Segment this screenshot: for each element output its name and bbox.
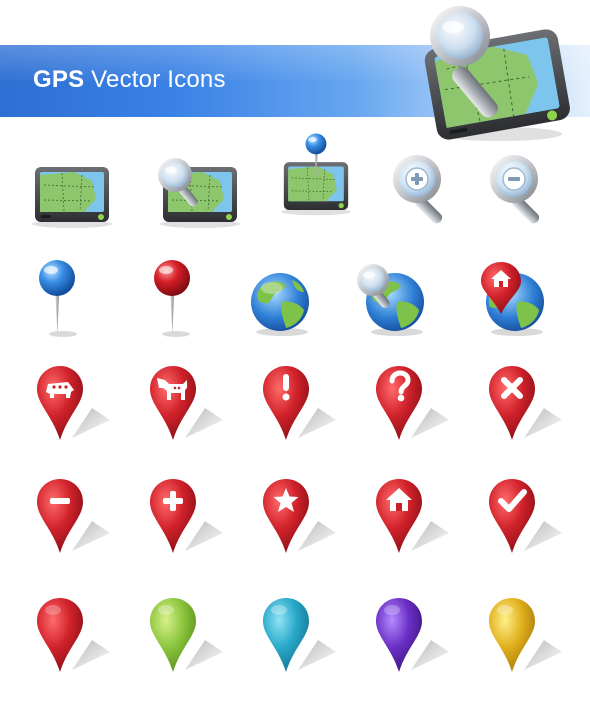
star-pin-icon [248,473,348,573]
globe-icon [232,250,332,350]
green-pin-icon [135,592,235,692]
page-title: GPS Vector Icons [33,66,226,94]
gps-device-icon [22,145,122,245]
minus-pin-icon [22,473,122,573]
title-bold: GPS [33,66,85,93]
close-pin-icon [474,360,574,460]
hero-gps-search-icon [420,0,570,145]
question-pin-icon [361,360,461,460]
exclamation-pin-icon [248,360,348,460]
red-pin-icon [22,592,122,692]
democrat-pin-icon [135,360,235,460]
check-pin-icon [474,473,574,573]
home-pin-icon [361,473,461,573]
yellow-pin-icon [474,592,574,692]
cyan-pin-icon [248,592,348,692]
zoom-in-icon [375,145,475,245]
plus-pin-icon [135,473,235,573]
republican-pin-icon [22,360,122,460]
title-rest: Vector Icons [91,66,226,93]
blue-pushpin-icon [8,250,108,350]
purple-pin-icon [361,592,461,692]
zoom-out-icon [472,145,572,245]
gps-device-search-icon [150,145,250,245]
gps-device-pin-icon [266,130,366,230]
globe-home-pin-icon [465,250,565,350]
red-pushpin-icon [121,250,221,350]
globe-search-icon [345,250,445,350]
